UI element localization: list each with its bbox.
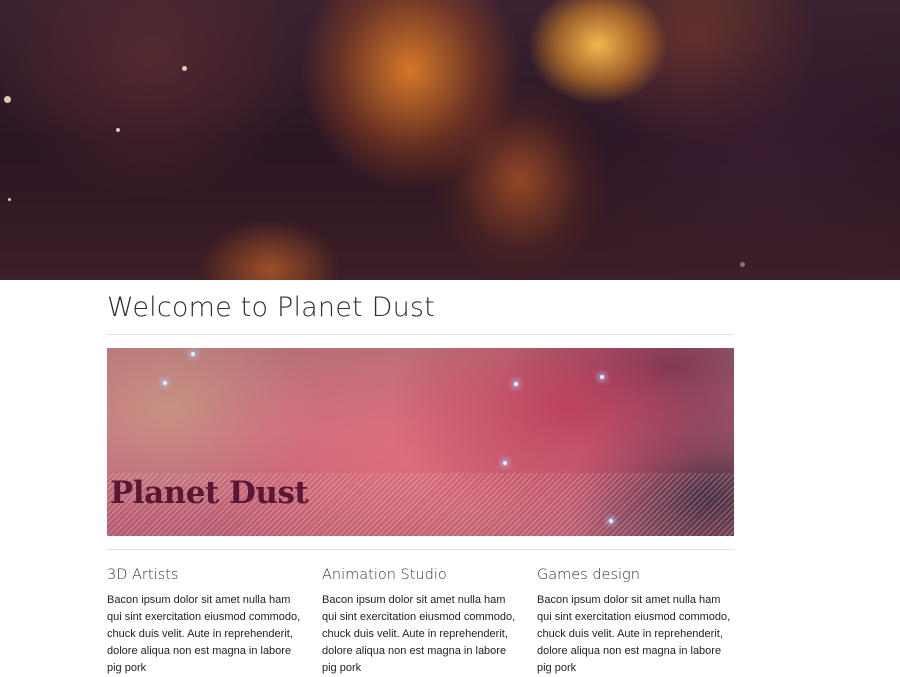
feature-column: Animation Studio Bacon ipsum dolor sit a… (322, 564, 519, 677)
main-content: Welcome to Planet Dust Planet Dust 3D Ar… (107, 280, 734, 677)
star (191, 352, 195, 356)
feature-heading: 3D Artists (107, 567, 179, 583)
bokeh-light (116, 128, 120, 132)
banner-image: Planet Dust (107, 348, 734, 536)
divider (107, 334, 734, 335)
hero-image (0, 0, 900, 280)
bokeh-light (740, 262, 745, 267)
star (514, 382, 518, 386)
bokeh-light (182, 66, 187, 71)
star (163, 381, 167, 385)
banner-title: Planet Dust (110, 475, 309, 511)
feature-columns: 3D Artists Bacon ipsum dolor sit amet nu… (107, 564, 734, 677)
feature-heading: Games design (537, 567, 640, 583)
bokeh-light (4, 96, 11, 103)
feature-text: Bacon ipsum dolor sit amet nulla ham qui… (322, 594, 516, 674)
divider (107, 549, 734, 550)
feature-heading: Animation Studio (322, 567, 447, 583)
star (600, 375, 604, 379)
feature-column: Games design Bacon ipsum dolor sit amet … (537, 564, 734, 677)
feature-text: Bacon ipsum dolor sit amet nulla ham qui… (107, 594, 301, 674)
bokeh-light (8, 198, 11, 201)
page-title: Welcome to Planet Dust (107, 292, 435, 323)
feature-column: 3D Artists Bacon ipsum dolor sit amet nu… (107, 564, 304, 677)
star (503, 461, 507, 465)
feature-text: Bacon ipsum dolor sit amet nulla ham qui… (537, 594, 731, 674)
